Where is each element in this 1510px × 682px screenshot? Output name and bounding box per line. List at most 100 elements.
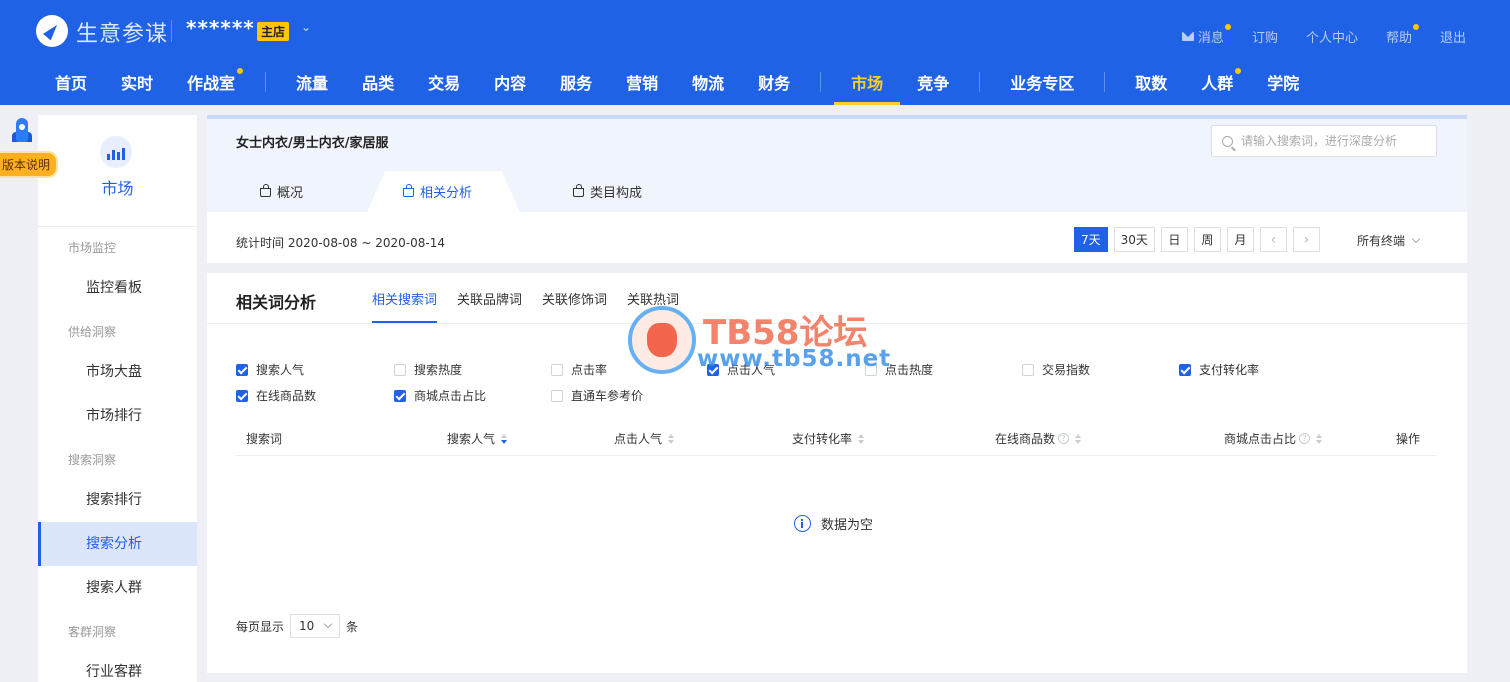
sort-icon[interactable]: [858, 433, 865, 444]
period-month-button[interactable]: 月: [1226, 227, 1254, 252]
tab-overview[interactable]: 概况: [260, 171, 303, 212]
checkbox-checked[interactable]: [236, 363, 248, 376]
search-input[interactable]: [1241, 134, 1431, 148]
sort-icon[interactable]: [501, 433, 508, 444]
tab-related-analysis[interactable]: 相关分析: [403, 171, 472, 212]
sort-icon[interactable]: [1075, 433, 1082, 444]
metric-checkbox-click-rate[interactable]: 点击率: [551, 361, 607, 378]
nav-item-home[interactable]: 首页: [38, 58, 104, 105]
column-header-search-word: 搜索词: [246, 432, 283, 446]
checkbox-checked[interactable]: [394, 389, 406, 402]
nav-item-business-zone[interactable]: 业务专区: [993, 58, 1091, 105]
page-size-unit: 条: [346, 619, 359, 634]
tab-label: 概况: [277, 186, 304, 201]
checkbox-checked[interactable]: [1179, 363, 1191, 376]
search-box[interactable]: [1211, 125, 1437, 157]
sort-icon[interactable]: [1316, 433, 1323, 444]
checkbox-label: 点击率: [571, 363, 608, 377]
top-link-messages[interactable]: 消息: [1181, 24, 1231, 46]
checkbox-label: 搜索人气: [256, 363, 305, 377]
brand-divider: [171, 20, 172, 42]
tab-label: 相关分析: [420, 186, 473, 201]
search-icon: [1222, 135, 1233, 147]
checkbox[interactable]: [1022, 363, 1034, 376]
column-label: 支付转化率: [792, 432, 853, 446]
nav-item-marketing[interactable]: 营销: [609, 58, 675, 105]
nav-item-warroom[interactable]: 作战室: [170, 58, 252, 105]
chevron-down-icon: [323, 619, 333, 629]
help-icon[interactable]: ?: [1058, 433, 1070, 444]
period-7d-button[interactable]: 7天: [1074, 227, 1108, 252]
column-header-pay-conversion[interactable]: 支付转化率: [792, 430, 865, 447]
nav-item-market[interactable]: 市场: [834, 58, 901, 105]
tab-related-brand-words[interactable]: 关联品牌词: [457, 273, 522, 323]
checkbox-label: 交易指数: [1042, 363, 1091, 377]
nav-label: 作战室: [187, 73, 236, 93]
sidebar-item-monitor-board[interactable]: 监控看板: [38, 266, 197, 310]
nav-item-data-fetch[interactable]: 取数: [1118, 58, 1184, 105]
nav-item-competition[interactable]: 竞争: [900, 58, 966, 105]
shop-name[interactable]: ******: [186, 16, 255, 40]
tab-category-composition[interactable]: 类目构成: [573, 171, 642, 212]
version-notes-button[interactable]: 版本说明: [0, 151, 59, 178]
period-week-button[interactable]: 周: [1193, 227, 1221, 252]
sidebar-item-market-overview[interactable]: 市场大盘: [38, 350, 197, 394]
column-header-click-popularity[interactable]: 点击人气: [614, 430, 675, 447]
card-title: 相关词分析: [236, 293, 317, 312]
checkbox[interactable]: [551, 389, 563, 402]
sidebar-item-industry-customer[interactable]: 行业客群: [38, 650, 197, 682]
column-header-mall-click-share[interactable]: 商城点击占比?: [1224, 430, 1323, 447]
top-link-help[interactable]: 帮助: [1385, 24, 1419, 46]
prev-period-button[interactable]: ‹: [1259, 227, 1287, 252]
metric-checkbox-search-heat[interactable]: 搜索热度: [394, 361, 462, 378]
tab-related-modifier-words[interactable]: 关联修饰词: [542, 273, 607, 323]
next-period-button[interactable]: ›: [1292, 227, 1320, 252]
shop-badge: 主店: [257, 22, 290, 41]
page-size-select[interactable]: 10: [290, 614, 341, 638]
help-icon[interactable]: ?: [1299, 433, 1311, 444]
checkbox[interactable]: [551, 363, 563, 376]
metric-checkbox-trade-index[interactable]: 交易指数: [1022, 361, 1090, 378]
nav-item-academy[interactable]: 学院: [1250, 58, 1316, 105]
sort-icon[interactable]: [668, 433, 675, 444]
sidebar-item-market-rank[interactable]: 市场排行: [38, 394, 197, 438]
nav-item-realtime[interactable]: 实时: [104, 58, 170, 105]
nav-item-service[interactable]: 服务: [543, 58, 609, 105]
sidebar-item-search-crowd[interactable]: 搜索人群: [38, 566, 197, 610]
chevron-down-icon[interactable]: ⌄: [301, 20, 311, 34]
column-header-search-popularity[interactable]: 搜索人气: [447, 430, 508, 447]
metric-checkbox-ztc-reference-price[interactable]: 直通车参考价: [551, 387, 643, 404]
checkbox-label: 直通车参考价: [571, 389, 644, 403]
nav-item-trade[interactable]: 交易: [411, 58, 477, 105]
sidebar-group-label: 市场监控: [68, 241, 117, 255]
tab-related-search-words[interactable]: 相关搜索词: [372, 273, 438, 323]
metric-checkbox-mall-click-share[interactable]: 商城点击占比: [394, 387, 486, 404]
device-select[interactable]: 所有终端: [1357, 232, 1421, 249]
metric-checkbox-online-items[interactable]: 在线商品数: [236, 387, 316, 404]
top-link-label: 帮助: [1385, 31, 1412, 46]
sidebar-item-search-rank[interactable]: 搜索排行: [38, 478, 197, 522]
metric-checkbox-search-popularity[interactable]: 搜索人气: [236, 361, 304, 378]
top-link-profile[interactable]: 个人中心: [1306, 27, 1358, 46]
sidebar-item-search-analysis[interactable]: 搜索分析: [38, 522, 197, 566]
nav-item-traffic[interactable]: 流量: [279, 58, 345, 105]
top-link-subscribe[interactable]: 订购: [1252, 27, 1278, 46]
nav-item-logistics[interactable]: 物流: [675, 58, 741, 105]
top-link-logout[interactable]: 退出: [1440, 27, 1466, 46]
rocket-icon[interactable]: [9, 118, 35, 152]
nav-item-finance[interactable]: 财务: [741, 58, 807, 105]
nav-item-content[interactable]: 内容: [477, 58, 543, 105]
metric-checkbox-pay-conversion[interactable]: 支付转化率: [1179, 361, 1259, 378]
nav-item-category[interactable]: 品类: [345, 58, 411, 105]
checkbox-checked[interactable]: [236, 389, 248, 402]
nav-divider: [820, 71, 822, 92]
nav-item-crowd[interactable]: 人群: [1184, 58, 1250, 105]
period-30d-button[interactable]: 30天: [1113, 227, 1155, 252]
device-select-value: 所有终端: [1357, 234, 1406, 248]
brand-title[interactable]: 生意参谋: [76, 16, 168, 48]
column-header-online-items[interactable]: 在线商品数?: [995, 430, 1082, 447]
compass-logo-icon[interactable]: [36, 15, 68, 47]
period-day-button[interactable]: 日: [1160, 227, 1188, 252]
checkbox-label: 商城点击占比: [414, 389, 487, 403]
checkbox[interactable]: [394, 363, 406, 376]
